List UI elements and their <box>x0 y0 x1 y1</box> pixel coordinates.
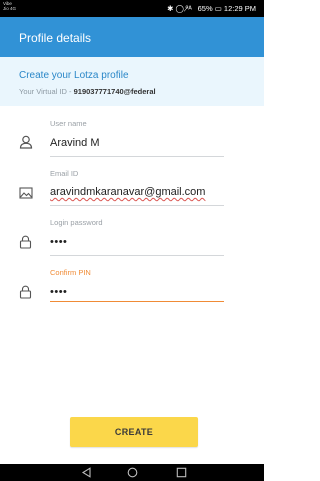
lock-icon <box>19 235 32 249</box>
home-icon[interactable] <box>127 467 138 478</box>
confirm-pin-field[interactable]: Confirm PIN •••• <box>0 263 264 308</box>
navigation-bar <box>0 464 264 481</box>
virtual-id-line: Your Virtual ID - 919037771740@federal <box>19 87 156 96</box>
email-underline <box>50 205 224 206</box>
email-input[interactable]: aravindmkaranavar@gmail.com <box>50 186 205 198</box>
status-text: ✱ ◯ ⁰̷ᴬ 65% ▭ 12:29 PM <box>167 4 256 13</box>
carrier-bottom: Jio 4G <box>3 6 17 11</box>
confirm-pin-input[interactable]: •••• <box>50 286 67 298</box>
banner-title: Create your Lotza profile <box>19 70 129 81</box>
login-password-underline <box>50 255 224 256</box>
app-bar: Profile details <box>0 17 264 57</box>
user-name-underline <box>50 156 224 157</box>
user-icon <box>19 135 33 149</box>
user-name-label: User name <box>50 119 87 128</box>
confirm-pin-label: Confirm PIN <box>50 268 91 277</box>
status-bar: Vibe Jio 4G ✱ ◯ ⁰̷ᴬ 65% ▭ 12:29 PM <box>0 0 264 17</box>
login-password-input[interactable]: •••• <box>50 236 67 248</box>
user-name-input[interactable]: Aravind M <box>50 137 100 149</box>
profile-banner: Create your Lotza profile Your Virtual I… <box>0 57 264 106</box>
image-icon <box>19 187 33 199</box>
email-label: Email ID <box>50 169 79 178</box>
carrier-info: Vibe Jio 4G <box>3 1 16 11</box>
email-field[interactable]: Email ID aravindmkaranavar@gmail.com <box>0 165 264 210</box>
recents-icon[interactable] <box>176 467 187 478</box>
create-button[interactable]: CREATE <box>70 417 198 447</box>
back-icon[interactable] <box>81 467 92 478</box>
page-title: Profile details <box>19 31 92 45</box>
lock-icon <box>19 285 32 299</box>
login-password-label: Login password <box>50 218 103 227</box>
login-password-field[interactable]: Login password •••• <box>0 213 264 260</box>
status-indicators: ✱ ◯ ⁰̷ᴬ 65% ▭ 12:29 PM <box>167 3 256 14</box>
virtual-id-value: 919037771740@federal <box>73 87 156 96</box>
virtual-id-prefix: Your Virtual ID - <box>19 87 74 96</box>
user-name-field[interactable]: User name Aravind M <box>0 115 264 160</box>
confirm-pin-underline <box>50 301 224 302</box>
